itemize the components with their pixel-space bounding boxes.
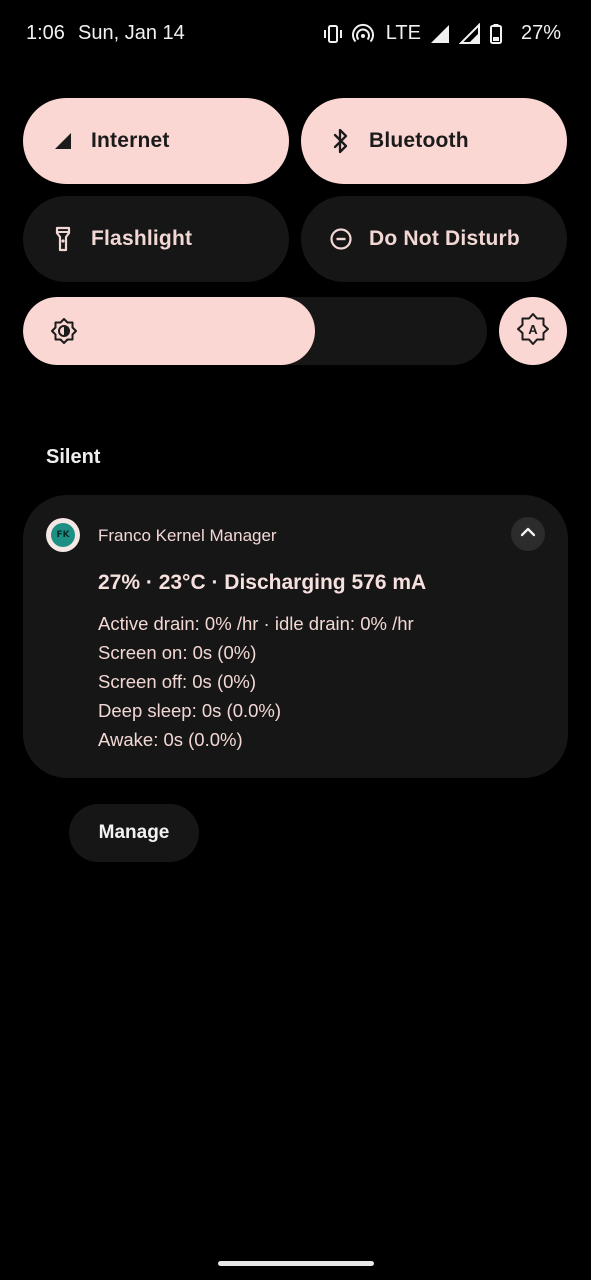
battery-percent: 27%	[520, 22, 561, 44]
notification-line: Awake: 0s (0.0%)	[98, 729, 243, 750]
signal-icon	[458, 22, 481, 45]
status-bar: 1:06 Sun, Jan 14 LTE 27%	[0, 0, 591, 70]
app-icon: FK	[46, 518, 80, 552]
signal-icon	[429, 23, 451, 45]
home-gesture-bar[interactable]	[218, 1261, 374, 1266]
auto-brightness-icon: A	[516, 312, 550, 351]
app-icon-badge: FK	[51, 523, 75, 547]
tile-label: Bluetooth	[369, 129, 469, 152]
notification-line: Deep sleep: 0s (0.0%)	[98, 700, 282, 721]
tile-internet[interactable]: Internet	[23, 98, 289, 184]
svg-text:A: A	[528, 322, 538, 337]
cellular-signal-icon	[49, 127, 77, 155]
collapse-button[interactable]	[511, 517, 545, 551]
brightness-icon	[51, 318, 77, 344]
notification-app-name: Franco Kernel Manager	[98, 526, 277, 545]
vibrate-icon	[322, 23, 344, 45]
tile-flashlight[interactable]: Flashlight	[23, 196, 289, 282]
manage-button[interactable]: Manage	[69, 804, 199, 862]
section-label-silent: Silent	[46, 446, 101, 468]
notification-body: Active drain: 0% /hr · idle drain: 0% /h…	[98, 609, 414, 754]
battery-icon	[489, 23, 511, 45]
status-date: Sun, Jan 14	[78, 22, 185, 44]
notification-line: Screen on: 0s (0%)	[98, 642, 257, 663]
status-time: 1:06	[26, 22, 65, 44]
tile-label: Do Not Disturb	[369, 227, 520, 250]
notification-line: Screen off: 0s (0%)	[98, 671, 257, 692]
notification-title: 27% · 23°C · Discharging 576 mA	[98, 571, 427, 594]
tile-bluetooth[interactable]: Bluetooth	[301, 98, 567, 184]
tile-do-not-disturb[interactable]: Do Not Disturb	[301, 196, 567, 282]
notification-line: Active drain: 0% /hr · idle drain: 0% /h…	[98, 613, 414, 634]
tile-label: Flashlight	[91, 227, 193, 250]
chevron-up-icon	[518, 522, 538, 547]
status-icons: LTE 27%	[322, 22, 561, 45]
auto-brightness-button[interactable]: A	[499, 297, 567, 365]
notification-card[interactable]: FK Franco Kernel Manager 27% · 23°C · Di…	[23, 495, 568, 778]
network-type: LTE	[385, 22, 421, 44]
bluetooth-icon	[327, 127, 355, 155]
flashlight-icon	[49, 225, 77, 253]
tile-label: Internet	[91, 129, 170, 152]
brightness-slider[interactable]	[23, 297, 487, 365]
hotspot-icon	[351, 23, 374, 45]
do-not-disturb-icon	[327, 225, 355, 253]
